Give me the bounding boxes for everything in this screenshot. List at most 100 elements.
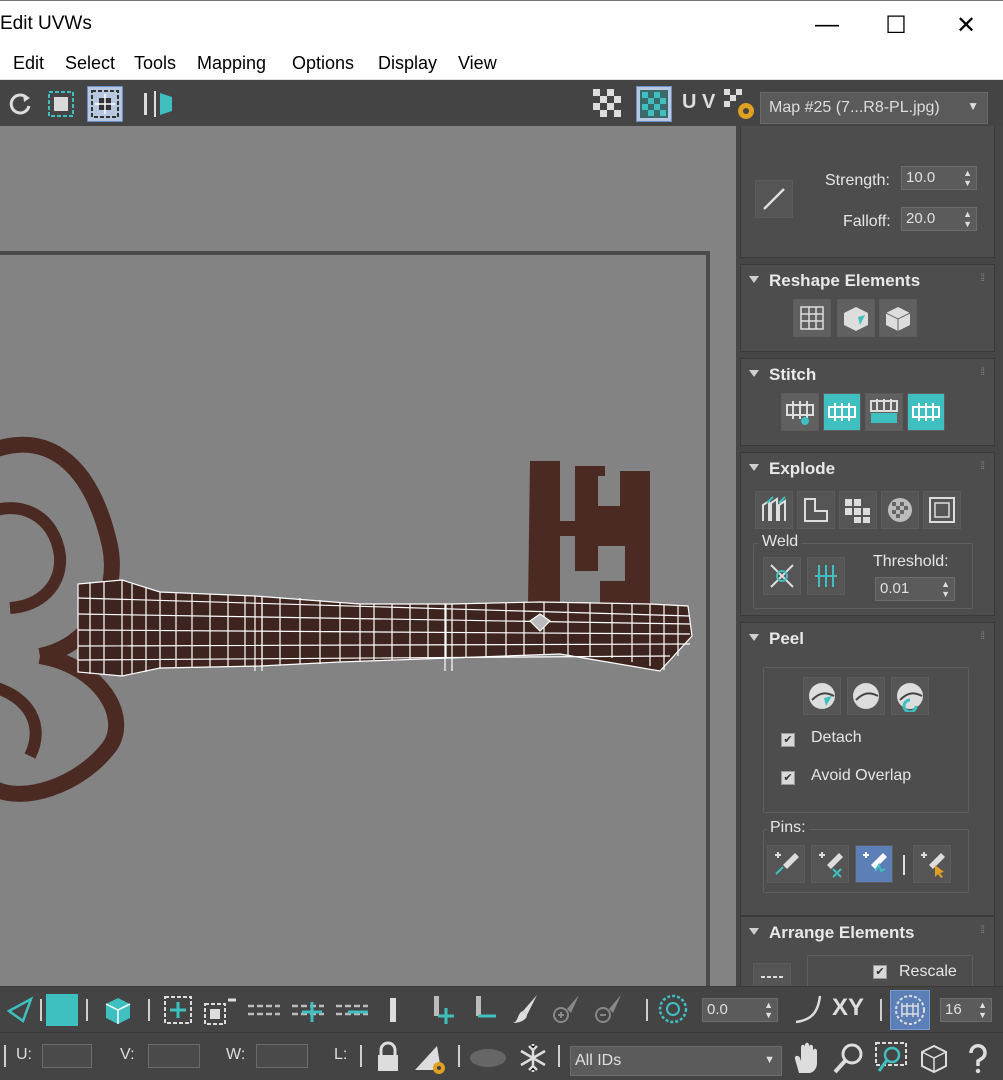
u-field[interactable] (42, 1044, 92, 1068)
menu-mapping[interactable]: Mapping (197, 53, 266, 74)
threshold-spinner[interactable]: 0.01 ▲ ▼ (875, 577, 955, 601)
detach-checkbox[interactable]: ✔ (781, 733, 795, 747)
collapse-triangle-icon[interactable] (749, 634, 759, 641)
grip-icon[interactable]: ⁞⁞ (980, 273, 984, 284)
uv-canvas[interactable] (0, 126, 736, 986)
pan-hand-icon[interactable] (788, 1038, 826, 1078)
w-field[interactable] (256, 1044, 308, 1068)
collapse-triangle-icon[interactable] (749, 928, 759, 935)
falloff-spinner[interactable]: 20.0 ▲ ▼ (901, 207, 977, 231)
stitch-custom-icon[interactable] (781, 393, 819, 431)
grip-icon[interactable]: ⁞⁞ (980, 367, 984, 378)
grip-icon[interactable]: ⁞⁞ (980, 925, 984, 936)
edge-loop-icon[interactable] (244, 992, 284, 1028)
map-settings-icon[interactable] (721, 86, 757, 122)
pin-edit-icon[interactable] (855, 845, 893, 883)
shrink-selection-icon[interactable] (200, 992, 240, 1028)
loop-shrink-icon[interactable] (332, 992, 372, 1028)
vertex-mode-icon[interactable] (2, 992, 38, 1028)
ring-grow-icon[interactable] (424, 992, 460, 1028)
relax-until-flat-icon[interactable] (837, 299, 875, 337)
straighten-selection-icon[interactable] (793, 299, 831, 337)
weld-target-icon[interactable] (807, 557, 845, 595)
flatten-by-face-angle-icon[interactable] (923, 491, 961, 529)
grip-icon[interactable]: ⁞⁞ (980, 461, 984, 472)
face-mode-icon[interactable] (46, 994, 78, 1026)
menu-view[interactable]: View (458, 53, 497, 74)
menu-tools[interactable]: Tools (134, 53, 176, 74)
rescale-checkbox[interactable]: ✔ (873, 965, 887, 979)
hide-unselected-icon[interactable] (408, 1038, 450, 1078)
grip-icon[interactable]: ⁞⁞ (980, 631, 984, 642)
quick-peel-icon[interactable] (803, 677, 841, 715)
pack-normalize-icon[interactable] (753, 963, 791, 986)
mirror-icon[interactable] (140, 86, 176, 122)
help-icon[interactable] (958, 1038, 998, 1078)
freeze-icon[interactable] (514, 1038, 552, 1078)
zoom-extents-icon[interactable] (914, 1038, 954, 1078)
close-button[interactable]: ✕ (937, 5, 995, 45)
stitch-to-source-icon[interactable] (907, 393, 945, 431)
minimize-button[interactable]: — (798, 5, 856, 45)
ring-shrink-icon[interactable] (466, 992, 502, 1028)
maximize-button[interactable]: ☐ (867, 5, 925, 45)
flatten-by-smoothing-icon[interactable] (839, 491, 877, 529)
zoom-icon[interactable] (830, 1038, 868, 1078)
grid-snap-icon[interactable] (890, 990, 930, 1030)
explode-rollout: Explode ⁞⁞ Weld Threshold: 0.01 ▲ ▼ (740, 452, 995, 616)
element-mode-icon[interactable] (100, 992, 136, 1028)
stitch-to-average-icon[interactable] (865, 393, 903, 431)
lock-icon[interactable] (370, 1038, 406, 1076)
collapse-triangle-icon[interactable] (749, 464, 759, 471)
rotate-icon[interactable] (2, 86, 38, 122)
strength-spinner[interactable]: 10.0 ▲ ▼ (901, 166, 977, 190)
reshape-elements-title[interactable]: Reshape Elements (769, 271, 920, 291)
explode-title[interactable]: Explode (769, 459, 835, 479)
menu-select[interactable]: Select (65, 53, 115, 74)
menu-display[interactable]: Display (378, 53, 437, 74)
pin-remove-icon[interactable] (811, 845, 849, 883)
grow-selection-icon[interactable] (160, 992, 196, 1028)
avoid-overlap-checkbox[interactable]: ✔ (781, 771, 795, 785)
ids-select[interactable]: All IDs ▼ (570, 1046, 782, 1076)
angle-spinner[interactable]: 0.0 ▲ ▼ (702, 998, 778, 1022)
xy-toggle[interactable]: XY (832, 994, 864, 1022)
v-field[interactable] (148, 1044, 200, 1068)
weld-selected-icon[interactable] (763, 557, 801, 595)
rotate-angle-icon[interactable] (654, 990, 692, 1028)
pin-add-icon[interactable] (767, 845, 805, 883)
pin-select-icon[interactable] (913, 845, 951, 883)
show-hidden-icon[interactable] (466, 1040, 510, 1076)
break-icon[interactable] (755, 491, 793, 529)
checker-pattern-icon[interactable] (590, 86, 626, 122)
freeform-icon[interactable] (43, 86, 79, 122)
uv-toggle[interactable]: U V (682, 91, 715, 114)
arrange-elements-title[interactable]: Arrange Elements (769, 923, 915, 943)
stitch-title[interactable]: Stitch (769, 365, 816, 385)
menu-options[interactable]: Options (292, 53, 354, 74)
stitch-to-target-icon[interactable] (823, 393, 861, 431)
pelt-map-icon[interactable] (847, 677, 885, 715)
map-select[interactable]: Map #25 (7...R8-PL.jpg) ▼ (760, 92, 988, 124)
paint-select-icon[interactable] (506, 990, 544, 1028)
curve-icon[interactable] (790, 990, 828, 1028)
relax-icon[interactable] (879, 299, 917, 337)
paint-shrink-icon[interactable] (590, 990, 628, 1028)
collapse-triangle-icon[interactable] (749, 370, 759, 377)
select-region-icon[interactable] (87, 86, 123, 122)
reset-peel-icon[interactable] (891, 677, 929, 715)
reshape-elements-rollout: Reshape Elements ⁞⁞ (740, 264, 995, 352)
brush-line-icon[interactable] (755, 180, 793, 218)
ring-icon[interactable] (380, 992, 408, 1028)
flatten-by-material-icon[interactable] (881, 491, 919, 529)
menu-edit[interactable]: Edit (13, 53, 44, 74)
zoom-region-icon[interactable] (872, 1038, 912, 1078)
detach-edge-icon[interactable] (797, 491, 835, 529)
grid-spinner[interactable]: 16 ▲ ▼ (940, 998, 992, 1022)
collapse-triangle-icon[interactable] (749, 276, 759, 283)
show-map-icon[interactable] (636, 86, 672, 122)
loop-grow-icon[interactable] (288, 992, 328, 1028)
paint-grow-icon[interactable] (548, 990, 586, 1028)
uv-viewport[interactable] (0, 126, 736, 986)
peel-title[interactable]: Peel (769, 629, 804, 649)
